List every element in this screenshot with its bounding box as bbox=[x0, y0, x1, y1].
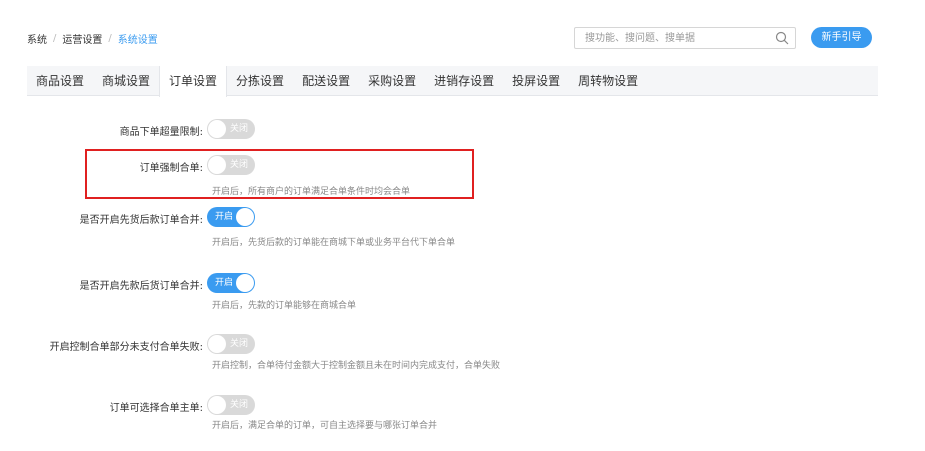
setting-label: 是否开启先货后款订单合并: bbox=[79, 215, 203, 226]
toggle-knob bbox=[208, 396, 226, 414]
breadcrumb-separator: / bbox=[53, 33, 57, 44]
top-bar: 系统 / 运营设置 / 系统设置 新手引导 bbox=[0, 0, 925, 76]
toggle-knob bbox=[236, 274, 254, 292]
toggle-state-label: 关闭 bbox=[230, 160, 249, 170]
tab-turnover-settings[interactable]: 周转物设置 bbox=[569, 66, 647, 95]
tab-purchase-settings[interactable]: 采购设置 bbox=[359, 66, 425, 95]
toggle-state-label: 开启 bbox=[215, 212, 234, 222]
breadcrumb-item-system[interactable]: 系统 bbox=[27, 31, 47, 46]
toggle-knob bbox=[208, 335, 226, 353]
force-merge-toggle[interactable]: 关闭 bbox=[207, 155, 255, 175]
settings-tabs: 商品设置 商城设置 订单设置 分拣设置 配送设置 采购设置 进销存设置 投屏设置… bbox=[27, 66, 878, 97]
setting-description: 开启后，先货后款的订单能在商城下单或业务平台代下单合单 bbox=[212, 238, 456, 248]
toggle-state-label: 开启 bbox=[215, 278, 234, 288]
tab-inventory-settings[interactable]: 进销存设置 bbox=[425, 66, 503, 95]
breadcrumb-item-operations[interactable]: 运营设置 bbox=[62, 31, 102, 46]
toggle-state-label: 关闭 bbox=[230, 400, 249, 410]
setting-label: 开启控制合单部分未支付合单失败: bbox=[49, 342, 203, 353]
setting-label: 是否开启先款后货订单合并: bbox=[79, 281, 203, 292]
toggle-knob bbox=[208, 120, 226, 138]
tab-mall-settings[interactable]: 商城设置 bbox=[93, 66, 159, 95]
breadcrumb-separator: / bbox=[108, 33, 112, 44]
setting-description: 开启控制，合单待付金额大于控制金额且未在时间内完成支付，合单失败 bbox=[212, 361, 501, 371]
guide-button[interactable]: 新手引导 bbox=[811, 27, 872, 48]
goods-first-merge-toggle[interactable]: 开启 bbox=[207, 207, 255, 227]
tab-screen-settings[interactable]: 投屏设置 bbox=[503, 66, 569, 95]
overlimit-toggle[interactable]: 关闭 bbox=[207, 119, 255, 139]
setting-label: 商品下单超量限制: bbox=[119, 127, 203, 138]
tab-delivery-settings[interactable]: 配送设置 bbox=[293, 66, 359, 95]
search-icon[interactable] bbox=[775, 31, 789, 45]
tab-order-settings[interactable]: 订单设置 bbox=[159, 66, 228, 97]
toggle-state-label: 关闭 bbox=[230, 124, 249, 134]
setting-label: 订单可选择合单主单: bbox=[109, 403, 203, 414]
search-input[interactable] bbox=[575, 28, 767, 48]
payment-first-merge-toggle[interactable]: 开启 bbox=[207, 273, 255, 293]
search-box bbox=[574, 27, 796, 49]
breadcrumb-item-system-settings: 系统设置 bbox=[117, 35, 158, 46]
setting-label: 订单强制合单: bbox=[139, 163, 203, 174]
select-main-order-toggle[interactable]: 关闭 bbox=[207, 395, 255, 415]
tab-product-settings[interactable]: 商品设置 bbox=[27, 66, 93, 95]
setting-description: 开启后，先款的订单能够在商城合单 bbox=[212, 301, 357, 311]
toggle-knob bbox=[236, 208, 254, 226]
setting-description: 开启后，满足合单的订单，可自主选择要与哪张订单合并 bbox=[212, 421, 438, 431]
toggle-knob bbox=[208, 156, 226, 174]
unpaid-control-toggle[interactable]: 关闭 bbox=[207, 334, 255, 354]
setting-description: 开启后，所有商户的订单满足合单条件时均会合单 bbox=[212, 187, 411, 197]
toggle-state-label: 关闭 bbox=[230, 339, 249, 349]
tab-sorting-settings[interactable]: 分拣设置 bbox=[227, 66, 293, 95]
breadcrumb: 系统 / 运营设置 / 系统设置 bbox=[27, 31, 158, 46]
